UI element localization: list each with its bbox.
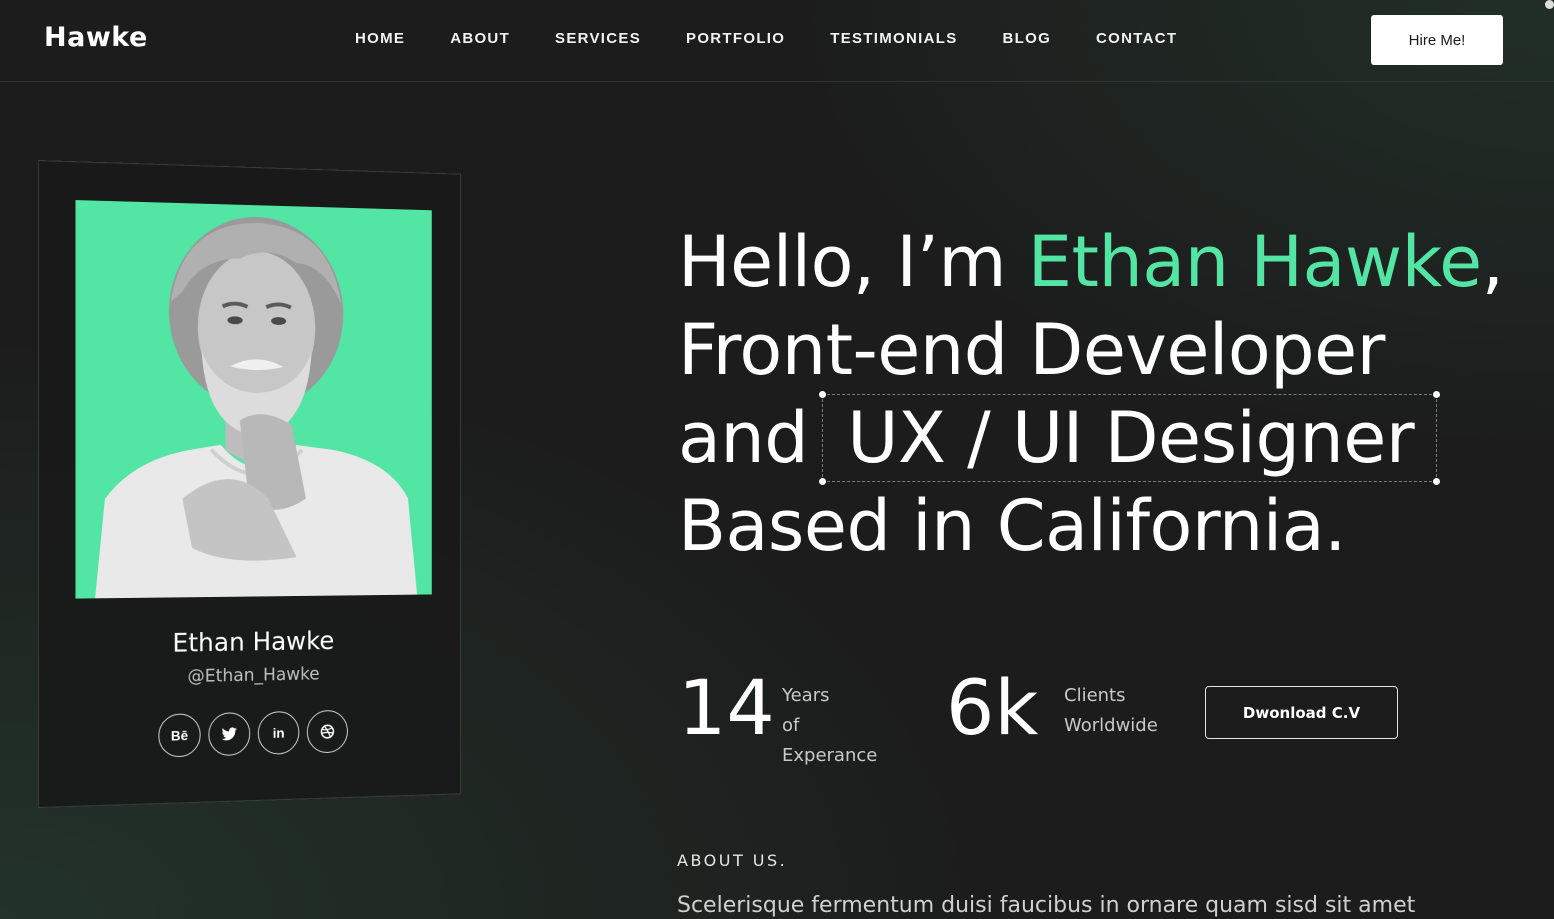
selection-handle xyxy=(1433,391,1441,398)
selection-handle xyxy=(819,391,827,398)
portrait-illustration xyxy=(95,214,418,599)
social-links: Bē in xyxy=(39,707,460,761)
hero-role-text: UX / UI Designer xyxy=(847,397,1415,479)
hero-line-3: and UX / UI Designer xyxy=(678,391,1538,485)
hero-comma: , xyxy=(1481,221,1504,303)
page: Hawke HOME ABOUT SERVICES PORTFOLIO TEST… xyxy=(0,0,1554,919)
linkedin-icon[interactable]: in xyxy=(257,710,300,755)
nav-testimonials[interactable]: TESTIMONIALS xyxy=(830,30,957,47)
stat-clients-label-1: Clients xyxy=(1064,685,1126,706)
profile-handle: @Ethan_Hawke xyxy=(187,663,320,687)
dribbble-ball-glyph xyxy=(320,724,335,740)
scroll-indicator-dot xyxy=(1545,0,1554,9)
stat-clients-label: Clients Worldwide xyxy=(1064,681,1158,741)
nav-portfolio[interactable]: PORTFOLIO xyxy=(686,30,785,47)
nav-about[interactable]: ABOUT xyxy=(450,30,510,47)
download-cv-button[interactable]: Dwonload C.V xyxy=(1205,686,1398,739)
twitter-bird-glyph xyxy=(221,727,237,741)
hero-heading: Hello, I’m Ethan Hawke, Front-end Develo… xyxy=(678,218,1538,570)
profile-card: Ethan Hawke @Ethan_Hawke Bē in xyxy=(38,160,461,808)
nav-contact[interactable]: CONTACT xyxy=(1096,30,1177,47)
about-text: Scelerisque fermentum duisi faucibus in … xyxy=(677,893,1416,918)
stat-years-label-2: of Experance xyxy=(782,715,878,766)
nav-blog[interactable]: BLOG xyxy=(1003,30,1052,47)
hero-boxed-role: UX / UI Designer xyxy=(819,391,1441,485)
profile-name: Ethan Hawke xyxy=(172,626,335,659)
dribbble-icon[interactable] xyxy=(306,709,348,754)
nav-home[interactable]: HOME xyxy=(355,30,405,47)
hero-line-4: Based in California. xyxy=(678,485,1346,567)
stat-years-value: 14 xyxy=(678,663,775,752)
nav-services[interactable]: SERVICES xyxy=(555,30,641,47)
hero-name: Ethan Hawke xyxy=(1027,221,1482,303)
hero-line-2: Front-end Developer xyxy=(678,309,1385,391)
profile-photo xyxy=(75,200,432,599)
stat-years-label-1: Years xyxy=(782,685,830,706)
twitter-icon[interactable] xyxy=(208,712,251,757)
stat-clients-value: 6k xyxy=(946,663,1039,752)
stat-years-label: Years of Experance xyxy=(782,681,877,771)
stat-clients-label-2: Worldwide xyxy=(1064,715,1158,736)
logo[interactable]: Hawke xyxy=(44,22,148,53)
hero-and: and xyxy=(678,397,809,479)
about-heading: ABOUT US. xyxy=(677,851,788,870)
main-nav: HOME ABOUT SERVICES PORTFOLIO TESTIMONIA… xyxy=(355,30,1222,47)
behance-icon[interactable]: Bē xyxy=(158,713,201,758)
hero-greeting: Hello, I’m xyxy=(678,221,1028,303)
hero-line-1: Hello, I’m Ethan Hawke, xyxy=(678,218,1538,306)
hire-me-button[interactable]: Hire Me! xyxy=(1371,15,1503,65)
site-header: Hawke HOME ABOUT SERVICES PORTFOLIO TEST… xyxy=(0,0,1554,82)
